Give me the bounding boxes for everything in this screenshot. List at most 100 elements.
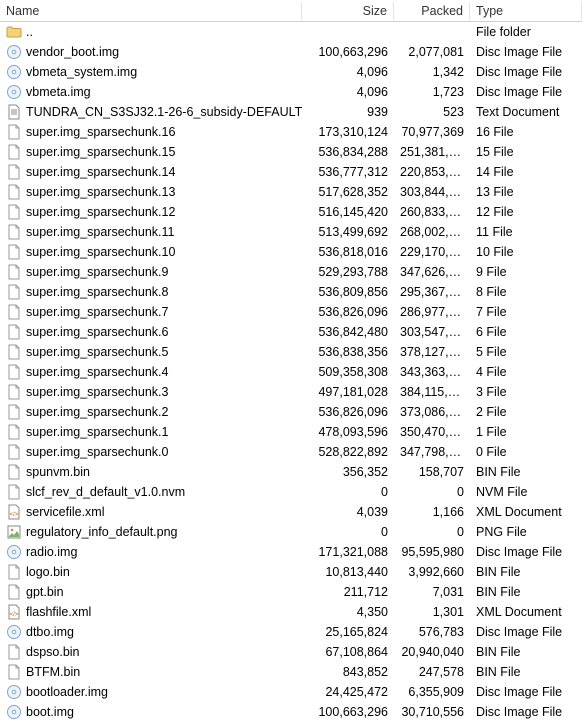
cell-name[interactable]: super.img_sparsechunk.3 [0, 382, 302, 402]
cell-size: 529,293,788 [302, 262, 394, 282]
file-name: TUNDRA_CN_S3SJ32.1-26-6_subsidy-DEFAULT_… [26, 105, 302, 119]
table-row[interactable]: super.img_sparsechunk.0528,822,892347,79… [0, 442, 582, 462]
cell-size: 528,822,892 [302, 442, 394, 462]
file-icon [6, 204, 22, 220]
cell-name[interactable]: vbmeta.img [0, 82, 302, 102]
cell-name[interactable]: super.img_sparsechunk.2 [0, 402, 302, 422]
file-name: super.img_sparsechunk.4 [26, 365, 168, 379]
table-row[interactable]: dspso.bin67,108,86420,940,040BIN File [0, 642, 582, 662]
cell-packed: 347,798,725 [394, 442, 470, 462]
cell-name[interactable]: bootloader.img [0, 682, 302, 702]
cell-type: File folder [470, 22, 582, 42]
cell-type: Disc Image File [470, 42, 582, 62]
cell-name[interactable]: .. [0, 22, 302, 42]
cell-name[interactable]: super.img_sparsechunk.11 [0, 222, 302, 242]
cell-packed: 0 [394, 522, 470, 542]
cell-name[interactable]: regulatory_info_default.png [0, 522, 302, 542]
table-row[interactable]: boot.img100,663,29630,710,556Disc Image … [0, 702, 582, 722]
file-table: .. File foldervendor_boot.img100,663,2962… [0, 22, 582, 722]
table-row[interactable]: gpt.bin211,7127,031BIN File [0, 582, 582, 602]
table-row[interactable]: super.img_sparsechunk.4509,358,308343,36… [0, 362, 582, 382]
cell-name[interactable]: super.img_sparsechunk.13 [0, 182, 302, 202]
cell-name[interactable]: dspso.bin [0, 642, 302, 662]
table-row[interactable]: super.img_sparsechunk.8536,809,856295,36… [0, 282, 582, 302]
cell-name[interactable]: super.img_sparsechunk.0 [0, 442, 302, 462]
table-row[interactable]: spunvm.bin356,352158,707BIN File [0, 462, 582, 482]
cell-size: 517,628,352 [302, 182, 394, 202]
file-name: spunvm.bin [26, 465, 90, 479]
table-row[interactable]: </>flashfile.xml4,3501,301XML Document [0, 602, 582, 622]
cell-name[interactable]: </>servicefile.xml [0, 502, 302, 522]
table-row[interactable]: super.img_sparsechunk.15536,834,288251,3… [0, 142, 582, 162]
table-row[interactable]: bootloader.img24,425,4726,355,909Disc Im… [0, 682, 582, 702]
cell-packed: 251,381,383 [394, 142, 470, 162]
table-row[interactable]: vendor_boot.img100,663,2962,077,081Disc … [0, 42, 582, 62]
cell-type: Disc Image File [470, 62, 582, 82]
text-icon [6, 104, 22, 120]
cell-size: 536,809,856 [302, 282, 394, 302]
cell-name[interactable]: gpt.bin [0, 582, 302, 602]
table-row[interactable]: </>servicefile.xml4,0391,166XML Document [0, 502, 582, 522]
cell-name[interactable]: super.img_sparsechunk.10 [0, 242, 302, 262]
column-header-size[interactable]: Size [302, 2, 394, 20]
table-row[interactable]: super.img_sparsechunk.2536,826,096373,08… [0, 402, 582, 422]
table-row[interactable]: vbmeta_system.img4,0961,342Disc Image Fi… [0, 62, 582, 82]
table-row[interactable]: regulatory_info_default.png00PNG File [0, 522, 582, 542]
cell-name[interactable]: super.img_sparsechunk.7 [0, 302, 302, 322]
cell-packed: 229,170,364 [394, 242, 470, 262]
cell-name[interactable]: super.img_sparsechunk.12 [0, 202, 302, 222]
cell-name[interactable]: super.img_sparsechunk.4 [0, 362, 302, 382]
table-row[interactable]: super.img_sparsechunk.9529,293,788347,62… [0, 262, 582, 282]
table-row[interactable]: super.img_sparsechunk.1478,093,596350,47… [0, 422, 582, 442]
cell-name[interactable]: logo.bin [0, 562, 302, 582]
cell-name[interactable]: super.img_sparsechunk.14 [0, 162, 302, 182]
cell-size: 356,352 [302, 462, 394, 482]
column-header-type[interactable]: Type [470, 2, 582, 20]
table-row[interactable]: super.img_sparsechunk.3497,181,028384,11… [0, 382, 582, 402]
table-row[interactable]: super.img_sparsechunk.7536,826,096286,97… [0, 302, 582, 322]
table-row[interactable]: slcf_rev_d_default_v1.0.nvm00NVM File [0, 482, 582, 502]
table-row[interactable]: TUNDRA_CN_S3SJ32.1-26-6_subsidy-DEFAULT_… [0, 102, 582, 122]
table-row[interactable]: .. File folder [0, 22, 582, 42]
cell-name[interactable]: super.img_sparsechunk.5 [0, 342, 302, 362]
table-row[interactable]: radio.img171,321,08895,595,980Disc Image… [0, 542, 582, 562]
cell-name[interactable]: super.img_sparsechunk.9 [0, 262, 302, 282]
file-name: super.img_sparsechunk.12 [26, 205, 175, 219]
table-row[interactable]: super.img_sparsechunk.10536,818,016229,1… [0, 242, 582, 262]
cell-name[interactable]: </>flashfile.xml [0, 602, 302, 622]
cell-name[interactable]: vendor_boot.img [0, 42, 302, 62]
table-row[interactable]: super.img_sparsechunk.6536,842,480303,54… [0, 322, 582, 342]
column-header-name[interactable]: Name [0, 2, 302, 20]
file-name: vbmeta.img [26, 85, 91, 99]
cell-name[interactable]: slcf_rev_d_default_v1.0.nvm [0, 482, 302, 502]
table-row[interactable]: BTFM.bin843,852247,578BIN File [0, 662, 582, 682]
table-row[interactable]: super.img_sparsechunk.5536,838,356378,12… [0, 342, 582, 362]
cell-name[interactable]: super.img_sparsechunk.1 [0, 422, 302, 442]
cell-name[interactable]: super.img_sparsechunk.15 [0, 142, 302, 162]
column-header-packed[interactable]: Packed [394, 2, 470, 20]
table-row[interactable]: super.img_sparsechunk.13517,628,352303,8… [0, 182, 582, 202]
table-row[interactable]: logo.bin10,813,4403,992,660BIN File [0, 562, 582, 582]
file-icon [6, 184, 22, 200]
cell-packed: 95,595,980 [394, 542, 470, 562]
cell-name[interactable]: radio.img [0, 542, 302, 562]
cell-name[interactable]: super.img_sparsechunk.16 [0, 122, 302, 142]
cell-name[interactable]: vbmeta_system.img [0, 62, 302, 82]
cell-name[interactable]: spunvm.bin [0, 462, 302, 482]
cell-name[interactable]: dtbo.img [0, 622, 302, 642]
table-row[interactable]: super.img_sparsechunk.11513,499,692268,0… [0, 222, 582, 242]
table-row[interactable]: super.img_sparsechunk.12516,145,420260,8… [0, 202, 582, 222]
cell-name[interactable]: boot.img [0, 702, 302, 722]
cell-packed: 247,578 [394, 662, 470, 682]
cell-type: PNG File [470, 522, 582, 542]
cell-name[interactable]: BTFM.bin [0, 662, 302, 682]
table-row[interactable]: super.img_sparsechunk.14536,777,312220,8… [0, 162, 582, 182]
file-name: super.img_sparsechunk.16 [26, 125, 175, 139]
table-row[interactable]: dtbo.img25,165,824576,783Disc Image File [0, 622, 582, 642]
cell-packed: 347,626,524 [394, 262, 470, 282]
table-row[interactable]: vbmeta.img4,0961,723Disc Image File [0, 82, 582, 102]
cell-name[interactable]: super.img_sparsechunk.6 [0, 322, 302, 342]
cell-name[interactable]: super.img_sparsechunk.8 [0, 282, 302, 302]
cell-name[interactable]: TUNDRA_CN_S3SJ32.1-26-6_subsidy-DEFAULT_… [0, 102, 302, 122]
table-row[interactable]: super.img_sparsechunk.16173,310,12470,97… [0, 122, 582, 142]
